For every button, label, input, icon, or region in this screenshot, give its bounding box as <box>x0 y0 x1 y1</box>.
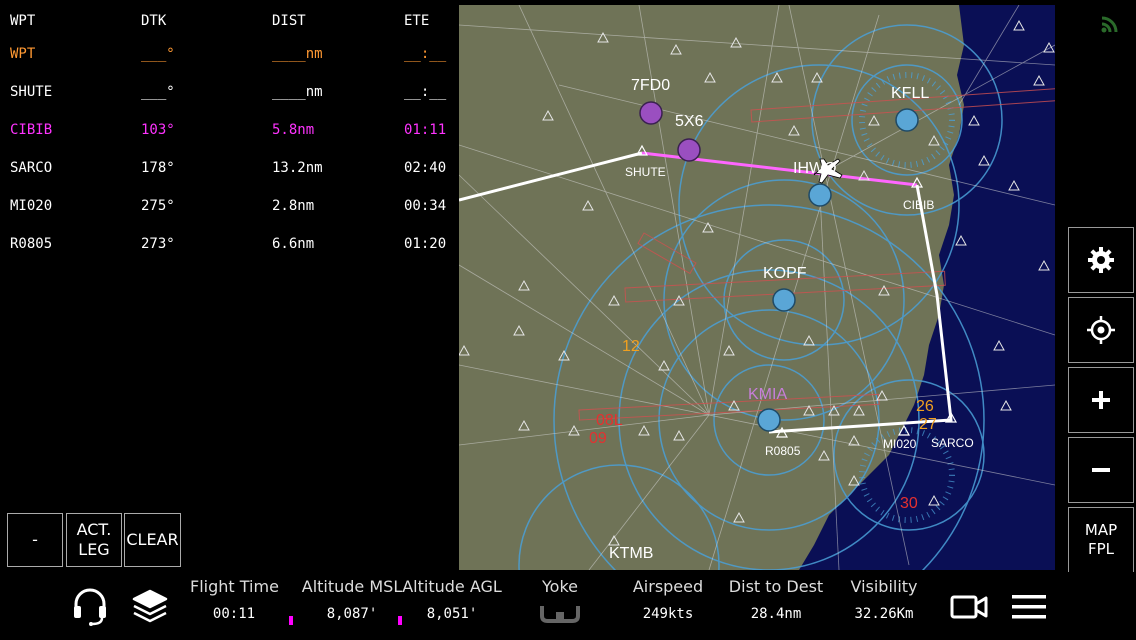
altitude-agl-label: Altitude AGL <box>402 577 502 596</box>
runway-label-30: 30 <box>900 495 918 512</box>
waypoint-markers <box>635 144 958 438</box>
center-map-button[interactable] <box>1068 297 1134 363</box>
flight-plan-row[interactable]: SHUTE ___° ____nm __:__ <box>0 84 458 122</box>
row-ete: 01:11 <box>404 122 447 138</box>
header-dist: DIST <box>272 13 306 29</box>
runway-label-26: 26 <box>916 398 934 415</box>
airspeed-value: 249kts <box>642 606 694 622</box>
map-fpl-toggle-button[interactable]: MAP FPL <box>1068 507 1134 573</box>
flight-plan-row-active[interactable]: CIBIB 103° 5.8nm 01:11 <box>0 122 458 160</box>
row-dtk: 178° <box>141 160 175 176</box>
map-label-kfll: KFLL <box>891 85 930 102</box>
flight-plan-row[interactable]: WPT ___° ____nm __:__ <box>0 46 458 84</box>
flight-plan-table: WPT DTK DIST ETE WPT ___° ____nm __:__ S… <box>0 0 458 270</box>
flight-time-label: Flight Time <box>190 577 279 596</box>
flight-plan-row[interactable]: SARCO 178° 13.2nm 02:40 <box>0 160 458 198</box>
row-wpt: SHUTE <box>10 84 53 100</box>
runway-label-09: 09 <box>589 430 607 447</box>
row-dist: ____nm <box>272 84 323 100</box>
row-dtk: ___° <box>141 84 175 100</box>
row-dtk: 103° <box>141 122 175 138</box>
altitude-msl-label: Altitude MSL <box>301 577 403 596</box>
altitude-msl-value: 8,087' <box>326 606 378 622</box>
airport-ihwo-icon <box>808 183 832 207</box>
map-label-7fd0: 7FD0 <box>631 77 671 94</box>
dist-to-dest-value: 28.4nm <box>750 606 802 622</box>
flight-time-value: 00:11 <box>212 606 256 622</box>
signal-icon <box>1098 10 1124 36</box>
menu-icon[interactable] <box>1010 592 1048 622</box>
remove-waypoint-button[interactable]: - <box>7 513 63 567</box>
map-label-sarco: SARCO <box>931 436 974 450</box>
flight-plan-row[interactable]: MI020 275° 2.8nm 00:34 <box>0 198 458 236</box>
private-airport-7fd0-icon <box>639 101 663 125</box>
row-dist: 6.6nm <box>272 236 315 252</box>
row-ete: __:__ <box>404 84 447 100</box>
runway-label-27: 27 <box>919 416 937 433</box>
row-dtk: ___° <box>141 46 175 62</box>
bottom-status-bar: Flight Time 00:11 Altitude MSL 8,087' Al… <box>0 572 1136 640</box>
map-label-kopf: KOPF <box>763 265 807 282</box>
moving-map[interactable]: 7FD0 5X6 KFLL IHWO KOPF KMIA KTMB SHUTE … <box>459 5 1055 570</box>
row-wpt: SARCO <box>10 160 53 176</box>
row-wpt: CIBIB <box>10 122 53 138</box>
private-airport-5x6-icon <box>677 138 701 162</box>
visibility-label: Visibility <box>850 577 918 596</box>
crosshair-icon <box>1087 316 1115 344</box>
zoom-out-button[interactable] <box>1068 437 1134 503</box>
yoke-label: Yoke <box>542 577 578 596</box>
map-label-ktmb: KTMB <box>609 545 654 562</box>
layers-icon[interactable] <box>132 588 168 626</box>
flight-plan-row[interactable]: R0805 273° 6.6nm 01:20 <box>0 236 458 274</box>
headset-icon[interactable] <box>72 586 108 626</box>
yoke-icon <box>540 606 580 623</box>
map-label-shute: SHUTE <box>625 165 666 179</box>
map-label-r0805: R0805 <box>765 444 801 458</box>
map-fpl-label-map: MAP <box>1084 520 1118 539</box>
camera-icon[interactable] <box>950 594 988 620</box>
airport-kmia-icon <box>757 408 781 432</box>
header-wpt: WPT <box>10 13 36 29</box>
settings-button[interactable] <box>1068 227 1134 293</box>
row-ete: 00:34 <box>404 198 447 214</box>
row-dtk: 275° <box>141 198 175 214</box>
map-label-cibib: CIBIB <box>903 198 935 212</box>
airport-kfll-icon <box>895 108 919 132</box>
map-label-mi020: MI020 <box>883 437 917 451</box>
runway-label-12: 12 <box>622 338 640 355</box>
row-dist: 2.8nm <box>272 198 315 214</box>
activate-leg-button[interactable]: ACT. LEG <box>66 513 122 567</box>
header-dtk: DTK <box>141 13 167 29</box>
airspeed-label: Airspeed <box>632 577 704 596</box>
map-label-5x6: 5X6 <box>675 113 704 130</box>
row-ete: __:__ <box>404 46 447 62</box>
row-ete: 02:40 <box>404 160 447 176</box>
row-dtk: 273° <box>141 236 175 252</box>
header-ete: ETE <box>404 13 430 29</box>
runway-label-08l: 08L <box>596 412 623 429</box>
zoom-in-button[interactable] <box>1068 367 1134 433</box>
row-wpt: MI020 <box>10 198 53 214</box>
map-label-ihwo: IHWO <box>793 160 837 177</box>
map-fpl-label-fpl: FPL <box>1087 540 1115 558</box>
clear-button[interactable]: CLEAR <box>124 513 181 567</box>
map-label-kmia: KMIA <box>748 386 788 403</box>
row-dist: 13.2nm <box>272 160 323 176</box>
gear-icon <box>1088 247 1114 273</box>
altitude-agl-value: 8,051' <box>426 606 478 622</box>
row-wpt: R0805 <box>10 236 53 252</box>
minus-icon <box>1092 468 1110 472</box>
visibility-value: 32.26Km <box>854 606 914 622</box>
row-dist: ____nm <box>272 46 323 62</box>
row-ete: 01:20 <box>404 236 447 252</box>
airport-kopf-icon <box>772 288 796 312</box>
row-dist: 5.8nm <box>272 122 315 138</box>
flight-route <box>459 151 643 202</box>
row-wpt: WPT <box>10 46 36 62</box>
dist-to-dest-label: Dist to Dest <box>728 577 824 596</box>
plus-icon <box>1092 391 1110 409</box>
